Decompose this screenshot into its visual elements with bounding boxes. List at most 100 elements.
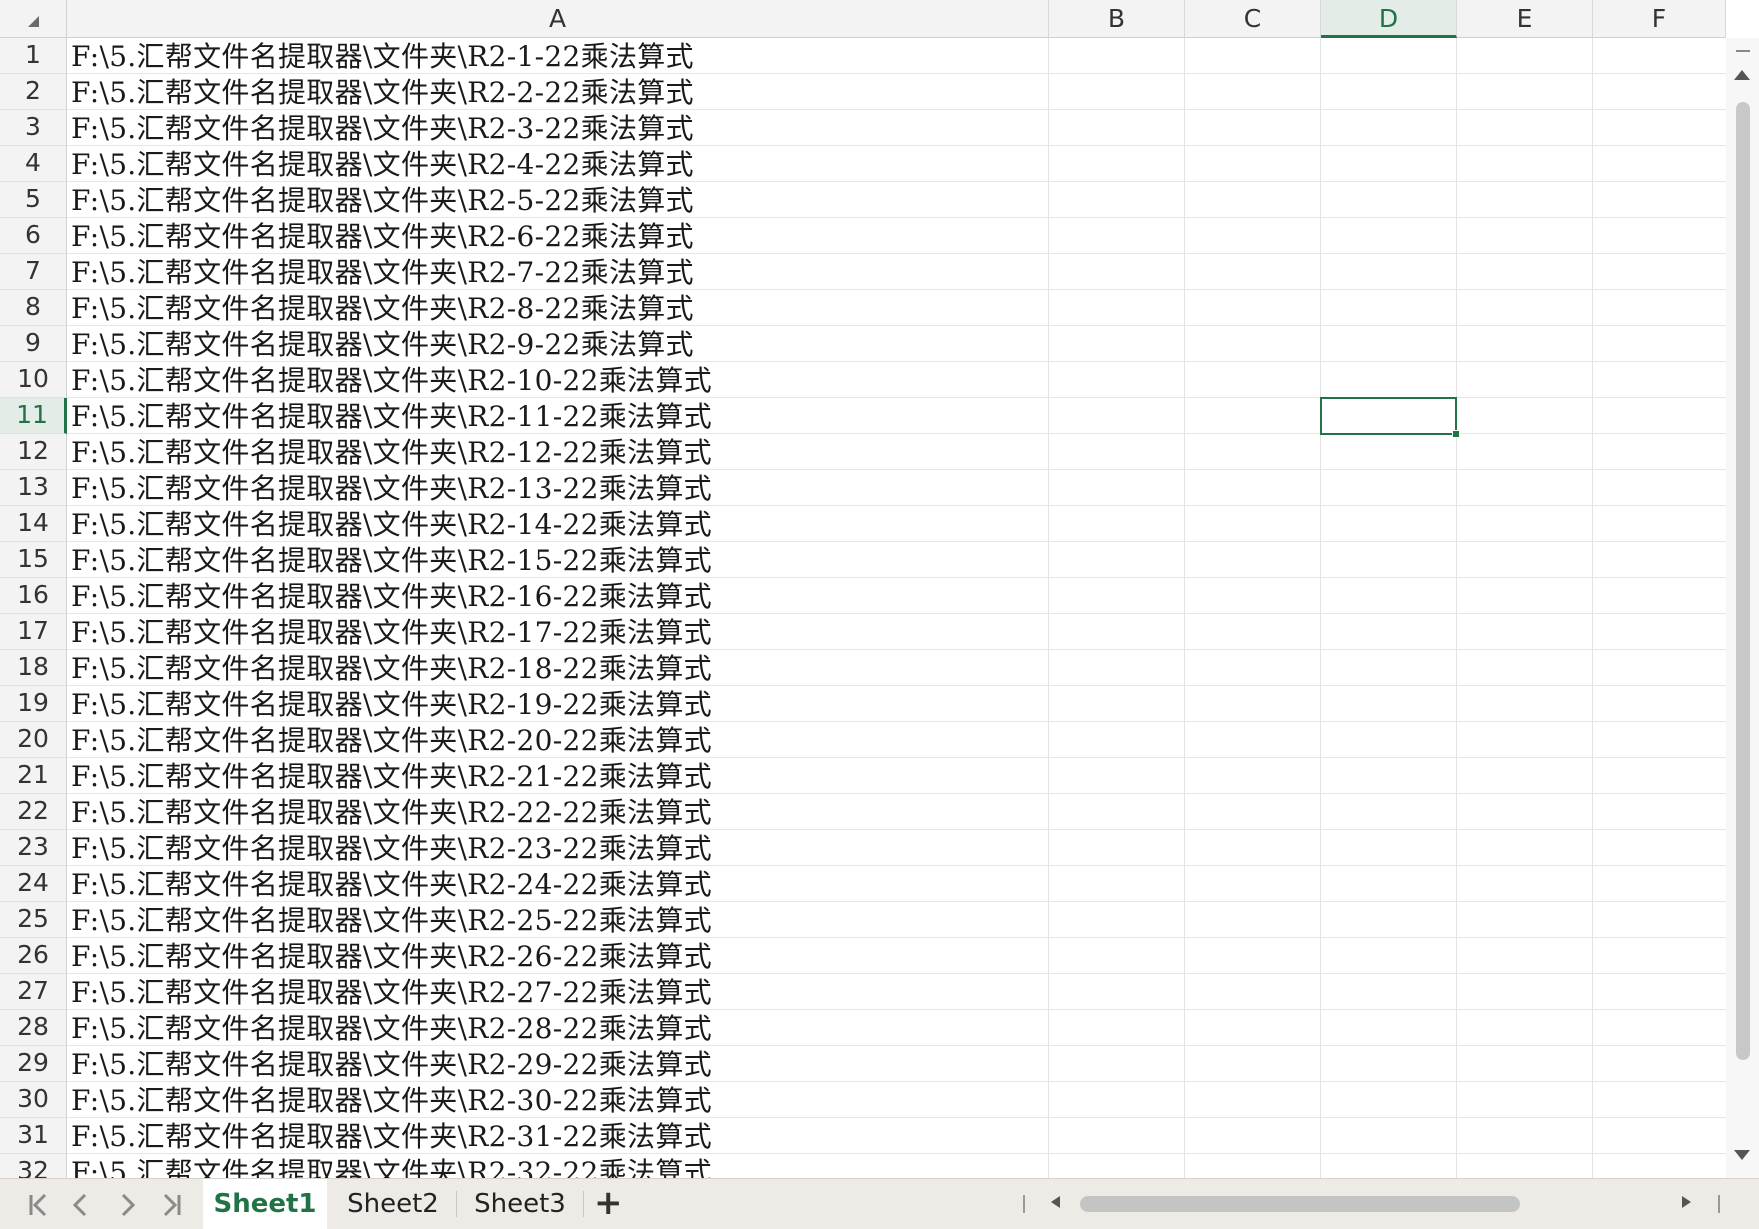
scroll-right-arrow-icon[interactable]: [1682, 1196, 1691, 1208]
cell-grid[interactable]: F:\5.汇帮文件名提取器\文件夹\R2-1-22乘法算式 F:\5.汇帮文件名提…: [67, 38, 1726, 1178]
cell-a1[interactable]: F:\5.汇帮文件名提取器\文件夹\R2-1-22乘法算式: [71, 38, 694, 74]
cell-a5[interactable]: F:\5.汇帮文件名提取器\文件夹\R2-5-22乘法算式: [71, 182, 694, 218]
cell-a19[interactable]: F:\5.汇帮文件名提取器\文件夹\R2-19-22乘法算式: [71, 686, 712, 722]
row-header-23[interactable]: 23: [0, 830, 67, 866]
vertical-scroll-thumb[interactable]: [1736, 102, 1750, 1060]
row-header-5[interactable]: 5: [0, 182, 67, 218]
hscroll-end-grip[interactable]: [1718, 1195, 1720, 1213]
cell-a2[interactable]: F:\5.汇帮文件名提取器\文件夹\R2-2-22乘法算式: [71, 74, 694, 110]
add-sheet-button[interactable]: +: [594, 1179, 623, 1229]
row-header-30[interactable]: 30: [0, 1082, 67, 1118]
selected-cell-D11[interactable]: [1320, 397, 1460, 438]
cell-a26[interactable]: F:\5.汇帮文件名提取器\文件夹\R2-26-22乘法算式: [71, 938, 712, 974]
cell-a30[interactable]: F:\5.汇帮文件名提取器\文件夹\R2-30-22乘法算式: [71, 1082, 712, 1118]
next-sheet-icon[interactable]: [114, 1191, 140, 1219]
tab-sheet3[interactable]: Sheet3: [458, 1179, 582, 1229]
row-header-9[interactable]: 9: [0, 326, 67, 362]
scroll-down-arrow-icon[interactable]: [1734, 1150, 1750, 1160]
cell-a11[interactable]: F:\5.汇帮文件名提取器\文件夹\R2-11-22乘法算式: [71, 398, 712, 434]
row-header-19[interactable]: 19: [0, 686, 67, 722]
column-header-f[interactable]: F: [1593, 0, 1726, 38]
row-header-16[interactable]: 16: [0, 578, 67, 614]
row-header-10[interactable]: 10: [0, 362, 67, 398]
cell-a17[interactable]: F:\5.汇帮文件名提取器\文件夹\R2-17-22乘法算式: [71, 614, 712, 650]
cell-a29[interactable]: F:\5.汇帮文件名提取器\文件夹\R2-29-22乘法算式: [71, 1046, 712, 1082]
row-header-8[interactable]: 8: [0, 290, 67, 326]
cell-a27[interactable]: F:\5.汇帮文件名提取器\文件夹\R2-27-22乘法算式: [71, 974, 712, 1010]
row-header-14[interactable]: 14: [0, 506, 67, 542]
cell-a18[interactable]: F:\5.汇帮文件名提取器\文件夹\R2-18-22乘法算式: [71, 650, 712, 686]
row-header-6[interactable]: 6: [0, 218, 67, 254]
column-header-bar: ABCDEF: [0, 0, 1726, 38]
column-header-a[interactable]: A: [67, 0, 1049, 38]
cell-a7[interactable]: F:\5.汇帮文件名提取器\文件夹\R2-7-22乘法算式: [71, 254, 694, 290]
cell-a16[interactable]: F:\5.汇帮文件名提取器\文件夹\R2-16-22乘法算式: [71, 578, 712, 614]
cell-a21[interactable]: F:\5.汇帮文件名提取器\文件夹\R2-21-22乘法算式: [71, 758, 712, 794]
grid-column-line: [1184, 38, 1185, 1178]
cell-a3[interactable]: F:\5.汇帮文件名提取器\文件夹\R2-3-22乘法算式: [71, 110, 694, 146]
cell-a15[interactable]: F:\5.汇帮文件名提取器\文件夹\R2-15-22乘法算式: [71, 542, 712, 578]
column-header-c[interactable]: C: [1185, 0, 1321, 38]
cell-a10[interactable]: F:\5.汇帮文件名提取器\文件夹\R2-10-22乘法算式: [71, 362, 712, 398]
column-header-e[interactable]: E: [1457, 0, 1593, 38]
cell-a28[interactable]: F:\5.汇帮文件名提取器\文件夹\R2-28-22乘法算式: [71, 1010, 712, 1046]
row-header-7[interactable]: 7: [0, 254, 67, 290]
cell-a14[interactable]: F:\5.汇帮文件名提取器\文件夹\R2-14-22乘法算式: [71, 506, 712, 542]
cell-a9[interactable]: F:\5.汇帮文件名提取器\文件夹\R2-9-22乘法算式: [71, 326, 694, 362]
tab-sheet1[interactable]: Sheet1: [203, 1179, 327, 1229]
cell-a12[interactable]: F:\5.汇帮文件名提取器\文件夹\R2-12-22乘法算式: [71, 434, 712, 470]
tab-sheet2[interactable]: Sheet2: [330, 1179, 456, 1229]
row-header-29[interactable]: 29: [0, 1046, 67, 1082]
scroll-up-arrow-icon[interactable]: [1734, 70, 1750, 80]
vertical-scrollbar[interactable]: [1726, 38, 1759, 1178]
last-sheet-icon[interactable]: [156, 1191, 186, 1219]
row-header-4[interactable]: 4: [0, 146, 67, 182]
horizontal-scroll-thumb[interactable]: [1080, 1196, 1520, 1212]
row-header-13[interactable]: 13: [0, 470, 67, 506]
cell-a22[interactable]: F:\5.汇帮文件名提取器\文件夹\R2-22-22乘法算式: [71, 794, 712, 830]
row-header-22[interactable]: 22: [0, 794, 67, 830]
select-all-triangle-icon: [28, 16, 39, 27]
grid-column-line: [1456, 38, 1457, 1178]
row-header-24[interactable]: 24: [0, 866, 67, 902]
cell-a20[interactable]: F:\5.汇帮文件名提取器\文件夹\R2-20-22乘法算式: [71, 722, 712, 758]
spreadsheet-area: ABCDEF 1 2 3 4 5 6 7 8 9 10 11 12 13 14 15 16 17 18 19 20 21…: [0, 0, 1726, 1178]
row-header-21[interactable]: 21: [0, 758, 67, 794]
scroll-left-arrow-icon[interactable]: [1051, 1196, 1060, 1208]
tab-separator: [583, 1191, 584, 1217]
row-header-28[interactable]: 28: [0, 1010, 67, 1046]
cell-a23[interactable]: F:\5.汇帮文件名提取器\文件夹\R2-23-22乘法算式: [71, 830, 712, 866]
row-header-17[interactable]: 17: [0, 614, 67, 650]
cell-a25[interactable]: F:\5.汇帮文件名提取器\文件夹\R2-25-22乘法算式: [71, 902, 712, 938]
row-header-18[interactable]: 18: [0, 650, 67, 686]
row-header-31[interactable]: 31: [0, 1118, 67, 1154]
row-header-3[interactable]: 3: [0, 110, 67, 146]
row-header-11[interactable]: 11: [0, 398, 67, 434]
hscroll-split-grip[interactable]: [1023, 1195, 1025, 1213]
row-header-25[interactable]: 25: [0, 902, 67, 938]
row-header-15[interactable]: 15: [0, 542, 67, 578]
select-all-corner[interactable]: [0, 0, 67, 38]
fill-handle[interactable]: [1452, 430, 1460, 438]
cell-a32[interactable]: F:\5.汇帮文件名提取器\文件夹\R2-32-22乘法算式: [71, 1154, 712, 1178]
cell-a31[interactable]: F:\5.汇帮文件名提取器\文件夹\R2-31-22乘法算式: [71, 1118, 712, 1154]
column-header-b[interactable]: B: [1049, 0, 1185, 38]
first-sheet-icon[interactable]: [24, 1191, 54, 1219]
row-header-32[interactable]: 32: [0, 1154, 67, 1178]
row-header-20[interactable]: 20: [0, 722, 67, 758]
row-header-1[interactable]: 1: [0, 38, 67, 74]
row-header-12[interactable]: 12: [0, 434, 67, 470]
tab-separator: [456, 1191, 457, 1217]
cell-a4[interactable]: F:\5.汇帮文件名提取器\文件夹\R2-4-22乘法算式: [71, 146, 694, 182]
row-header-27[interactable]: 27: [0, 974, 67, 1010]
row-header-26[interactable]: 26: [0, 938, 67, 974]
cell-a13[interactable]: F:\5.汇帮文件名提取器\文件夹\R2-13-22乘法算式: [71, 470, 712, 506]
cell-a6[interactable]: F:\5.汇帮文件名提取器\文件夹\R2-6-22乘法算式: [71, 218, 694, 254]
column-header-d[interactable]: D: [1321, 0, 1457, 38]
cell-a8[interactable]: F:\5.汇帮文件名提取器\文件夹\R2-8-22乘法算式: [71, 290, 694, 326]
split-grip-icon[interactable]: [1736, 50, 1750, 52]
grid-column-line: [1048, 38, 1049, 1178]
row-header-2[interactable]: 2: [0, 74, 67, 110]
prev-sheet-icon[interactable]: [68, 1191, 94, 1219]
cell-a24[interactable]: F:\5.汇帮文件名提取器\文件夹\R2-24-22乘法算式: [71, 866, 712, 902]
